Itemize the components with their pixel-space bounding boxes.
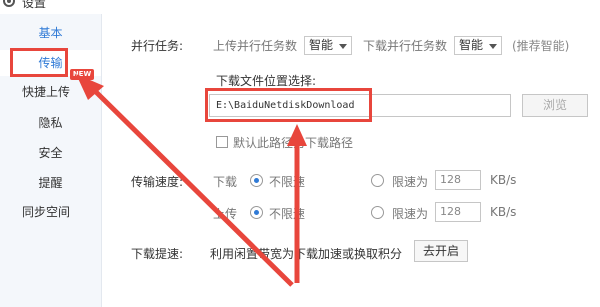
download-boost-text: 利用闲置带宽为下载加速或换取积分	[210, 247, 403, 261]
parallel-tasks-label: 并行任务:	[131, 39, 184, 53]
sidebar-item-basic[interactable]: 基本	[0, 20, 101, 46]
upload-speed-label: 上传	[213, 207, 238, 221]
upload-limit-radio[interactable]	[371, 206, 384, 219]
upload-unlimited-label: 不限速	[269, 207, 306, 221]
default-path-label: 默认此路径为下载路径	[233, 136, 354, 150]
download-unlimited-radio[interactable]	[250, 174, 263, 187]
upload-limit-label: 限速为	[392, 207, 429, 221]
download-limit-radio[interactable]	[371, 174, 384, 187]
sidebar-item-quick-upload[interactable]: 快捷上传	[0, 79, 101, 105]
sidebar-item-privacy[interactable]: 隐私	[0, 110, 101, 136]
gear-icon	[3, 0, 15, 7]
download-unlimited-label: 不限速	[269, 175, 306, 189]
new-badge: NEW	[70, 69, 94, 80]
sidebar-item-security[interactable]: 安全	[0, 140, 101, 166]
sidebar-item-reminder[interactable]: 提醒	[0, 170, 101, 196]
default-path-checkbox[interactable]	[216, 136, 228, 148]
upload-limit-unit: KB/s	[490, 205, 517, 219]
upload-parallel-select[interactable]: 智能	[304, 36, 352, 55]
enable-boost-button[interactable]: 去开启	[414, 240, 468, 262]
download-location-label: 下载文件位置选择:	[216, 74, 317, 88]
browse-button[interactable]: 浏览	[522, 94, 588, 117]
download-limit-label: 限速为	[392, 175, 429, 189]
download-parallel-select[interactable]: 智能	[454, 36, 502, 55]
chevron-down-icon	[339, 44, 347, 49]
window-title: 设置	[22, 0, 47, 10]
download-limit-unit: KB/s	[490, 173, 517, 187]
download-speed-label: 下载	[213, 175, 238, 189]
highlight-box-transfer	[10, 48, 68, 77]
download-boost-label: 下载提速:	[131, 247, 184, 261]
download-parallel-value: 智能	[459, 38, 484, 52]
download-parallel-label: 下载并行任务数	[363, 39, 448, 53]
title-bar: 设置	[0, 0, 600, 14]
chevron-down-icon	[489, 44, 497, 49]
upload-parallel-value: 智能	[309, 38, 334, 52]
download-limit-input[interactable]: 128	[435, 170, 481, 190]
recommend-hint: (推荐智能)	[512, 39, 570, 53]
upload-limit-input[interactable]: 128	[435, 202, 481, 222]
upload-parallel-label: 上传并行任务数	[213, 39, 298, 53]
sidebar-item-sync-space[interactable]: 同步空间	[0, 199, 101, 225]
transfer-speed-label: 传输速度:	[131, 175, 184, 189]
upload-unlimited-radio[interactable]	[250, 206, 263, 219]
highlight-box-path	[205, 88, 372, 122]
